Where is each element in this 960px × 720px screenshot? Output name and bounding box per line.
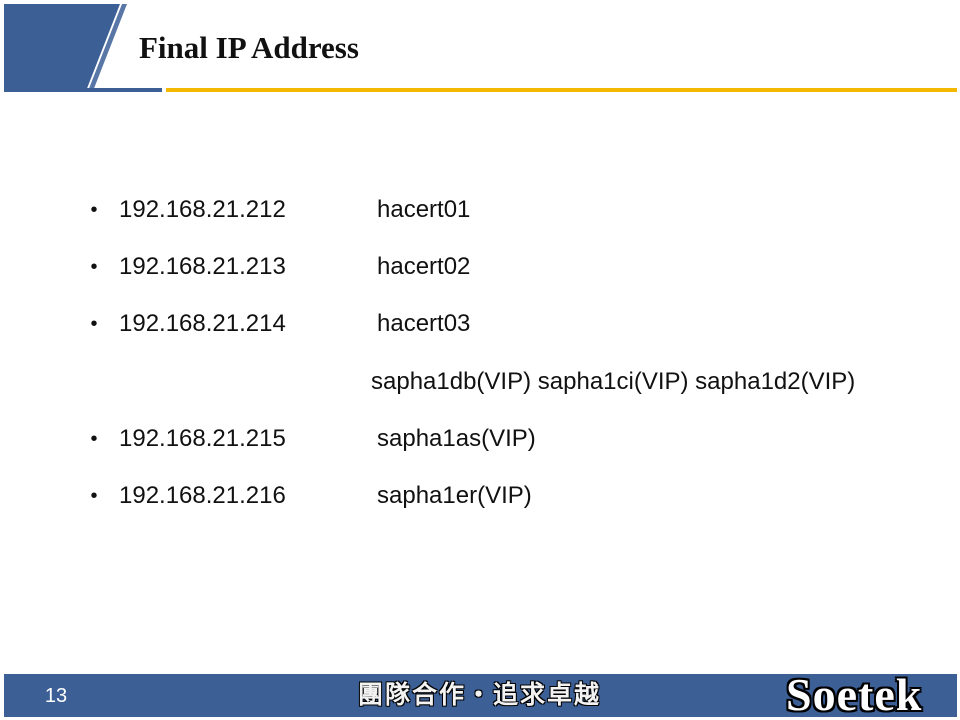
slide: Final IP Address • 192.168.21.212 hacert… — [0, 0, 960, 720]
hostname: hacert02 — [377, 253, 471, 280]
bullet-icon: • — [90, 199, 98, 221]
bullet-icon: • — [90, 428, 98, 450]
hostname: hacert03 — [377, 310, 471, 337]
page-number: 13 — [44, 685, 68, 707]
ip-address: 192.168.21.215 — [119, 425, 286, 452]
ip-address-list: • 192.168.21.212 hacert01 • 192.168.21.2… — [0, 0, 960, 650]
vip-hostnames-line: sapha1db(VIP) sapha1ci(VIP) sapha1d2(VIP… — [371, 368, 856, 395]
hostname: hacert01 — [377, 196, 471, 223]
ip-address: 192.168.21.214 — [119, 310, 286, 337]
footer-slogan: 團隊合作・追求卓越 — [358, 680, 602, 709]
bullet-icon: • — [90, 313, 98, 335]
ip-address: 192.168.21.213 — [119, 253, 286, 280]
hostname: sapha1as(VIP) — [377, 425, 536, 452]
bullet-icon: • — [90, 485, 98, 507]
ip-address: 192.168.21.216 — [119, 482, 286, 509]
bullet-icon: • — [90, 256, 98, 278]
ip-address: 192.168.21.212 — [119, 196, 286, 223]
hostname: sapha1er(VIP) — [377, 482, 532, 509]
soetek-logo: Soetek — [786, 669, 923, 720]
